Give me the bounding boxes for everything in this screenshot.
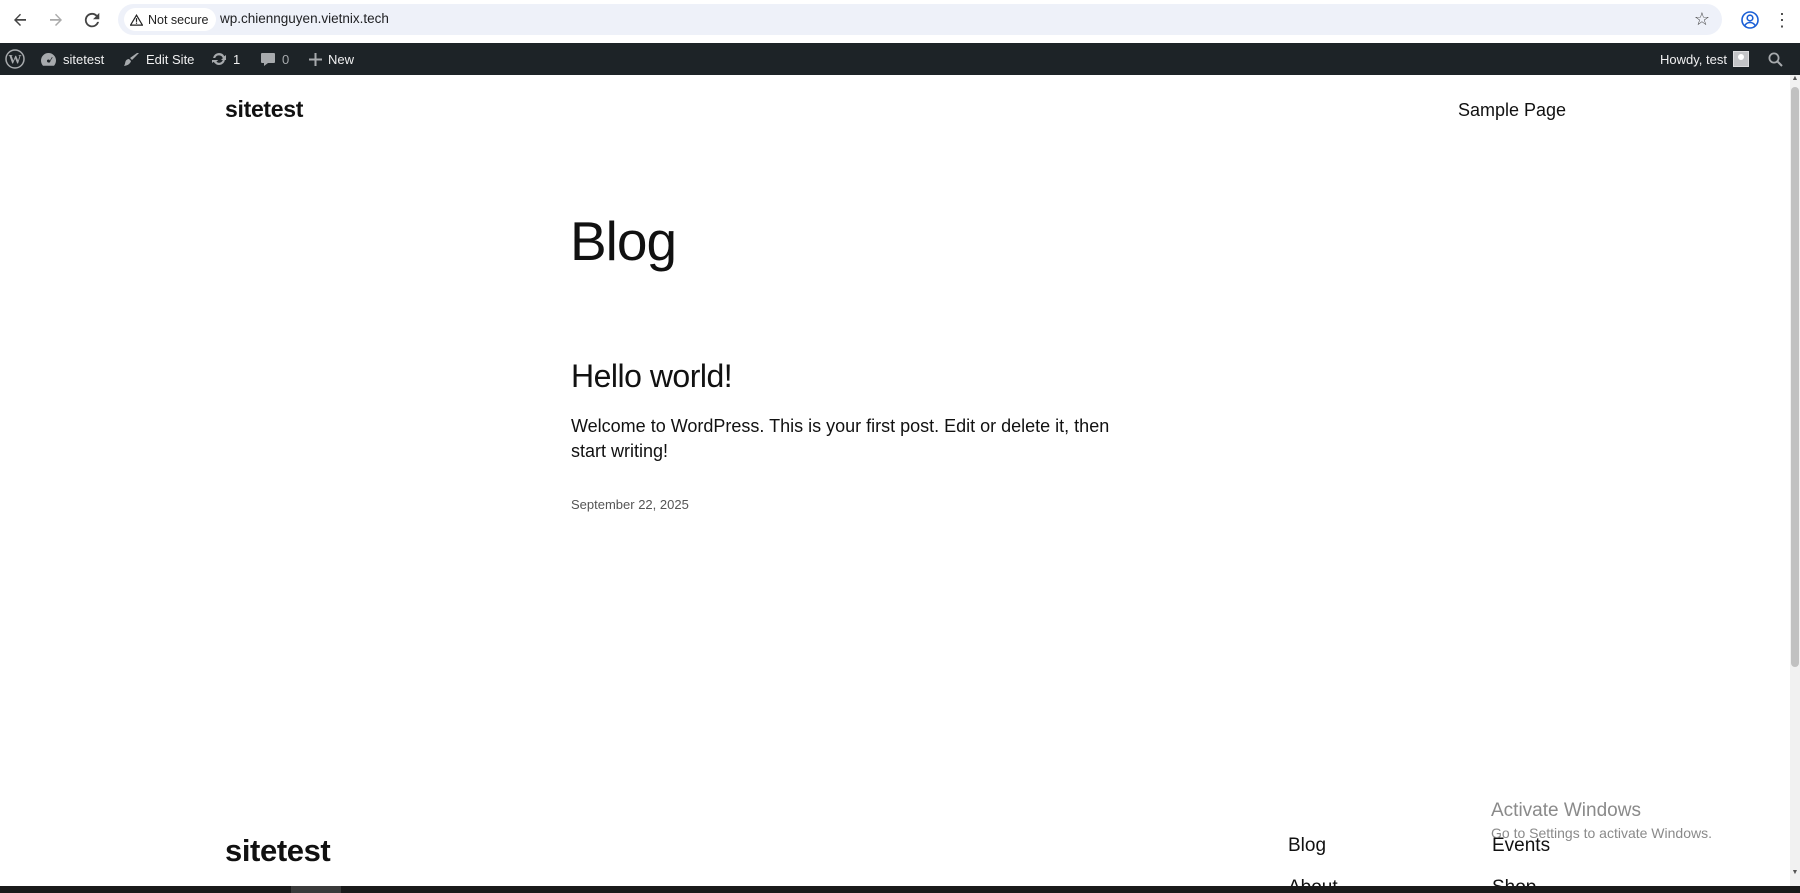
url-text[interactable]: wp.chiennguyen.vietnix.tech <box>220 11 389 26</box>
page-title: Blog <box>570 210 677 272</box>
dashboard-icon <box>40 52 57 67</box>
taskbar-highlight <box>291 886 341 893</box>
scroll-up-arrow-icon[interactable]: ▲ <box>1790 75 1800 87</box>
edit-site-menu[interactable]: Edit Site <box>123 43 194 75</box>
reload-icon[interactable] <box>78 6 106 34</box>
wordpress-logo-icon[interactable]: W <box>5 43 25 75</box>
taskbar-edge <box>0 886 1800 893</box>
page-scrollbar[interactable]: ▲ ▼ <box>1790 75 1800 893</box>
browser-menu-icon[interactable]: ⋮ <box>1772 6 1792 34</box>
avatar <box>1732 51 1749 67</box>
post-title[interactable]: Hello world! <box>571 358 733 395</box>
security-label: Not secure <box>148 12 209 27</box>
svg-text:W: W <box>9 52 22 67</box>
security-chip[interactable]: Not secure <box>124 8 217 31</box>
browser-toolbar: Not secure wp.chiennguyen.vietnix.tech ☆… <box>0 0 1800 43</box>
updates-count: 1 <box>233 51 241 67</box>
activation-watermark-subtitle: Go to Settings to activate Windows. <box>1491 825 1712 841</box>
wp-admin-bar: W sitetest Edit Site 1 0 New Howdy, test <box>0 43 1800 75</box>
scroll-down-arrow-icon[interactable]: ▼ <box>1790 869 1800 881</box>
nav-link-sample-page[interactable]: Sample Page <box>1458 100 1566 121</box>
comments-count: 0 <box>282 51 290 67</box>
new-content-menu[interactable]: New <box>309 43 354 75</box>
adminbar-search-icon[interactable] <box>1768 43 1783 75</box>
footer-link-blog[interactable]: Blog <box>1288 835 1326 857</box>
my-account-menu[interactable]: Howdy, test <box>1660 43 1749 75</box>
site-title[interactable]: sitetest <box>225 96 303 123</box>
site-name-label: sitetest <box>63 51 105 67</box>
profile-icon[interactable] <box>1736 6 1764 34</box>
howdy-label: Howdy, test <box>1660 51 1727 67</box>
post-excerpt: Welcome to WordPress. This is your first… <box>571 416 1110 461</box>
new-label: New <box>328 51 355 67</box>
back-arrow-icon[interactable] <box>6 6 34 34</box>
brush-icon <box>123 52 140 67</box>
bookmark-star-icon[interactable]: ☆ <box>1694 9 1710 30</box>
edit-site-label: Edit Site <box>146 51 195 67</box>
plus-icon <box>309 52 322 66</box>
comment-icon <box>260 52 276 67</box>
updates-icon <box>211 51 227 67</box>
warning-icon <box>130 13 143 26</box>
post-date[interactable]: September 22, 2025 <box>571 497 689 512</box>
forward-arrow-icon[interactable] <box>42 6 70 34</box>
updates-menu[interactable]: 1 <box>211 43 240 75</box>
scrollbar-thumb[interactable] <box>1791 87 1799 667</box>
address-bar[interactable]: Not secure wp.chiennguyen.vietnix.tech ☆ <box>118 4 1722 35</box>
activation-watermark-title: Activate Windows <box>1491 800 1641 821</box>
footer-site-title[interactable]: sitetest <box>225 833 331 869</box>
comments-menu[interactable]: 0 <box>260 43 289 75</box>
site-name-menu[interactable]: sitetest <box>40 43 104 75</box>
